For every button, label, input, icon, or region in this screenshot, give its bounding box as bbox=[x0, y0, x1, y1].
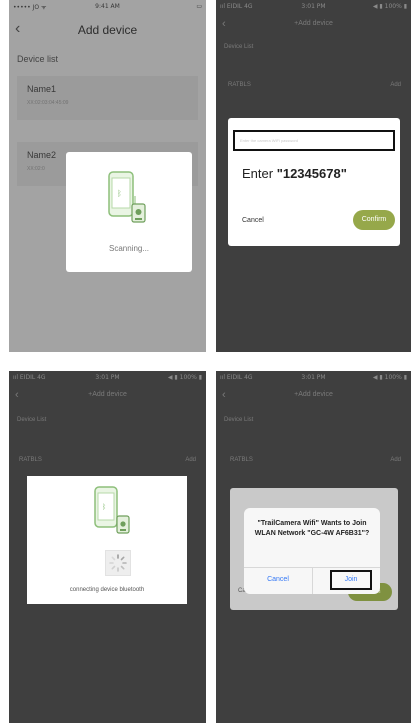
scanning-dialog: ᛒ Scanning... bbox=[66, 152, 192, 272]
join-network-alert: "TrailCamera Wifi" Wants to Join WLAN Ne… bbox=[244, 508, 380, 594]
scanning-label: Scanning... bbox=[108, 244, 150, 253]
add-button[interactable]: Add bbox=[185, 457, 196, 463]
wifi-password-dialog: Enter the camera WiFi password Enter "12… bbox=[228, 118, 400, 246]
nav-bar: ‹ +Add device bbox=[9, 385, 206, 417]
battery-status: ◀ ▮ 100% ▮ bbox=[372, 374, 407, 381]
page-title: +Add device bbox=[294, 20, 333, 27]
nav-bar: ‹ +Add device bbox=[216, 14, 411, 46]
phone-camera-illustration-icon: ᛒ bbox=[108, 171, 146, 223]
add-button[interactable]: Add bbox=[390, 82, 401, 88]
nav-bar: ‹ +Add device bbox=[216, 385, 411, 417]
connecting-label: connecting device bluetooth bbox=[69, 587, 145, 593]
alert-cancel-button[interactable]: Cancel bbox=[244, 576, 312, 583]
battery-status: ◀ ▮ 100% ▮ bbox=[167, 374, 202, 381]
alert-button-divider bbox=[312, 567, 313, 594]
wifi-password-input[interactable]: Enter the camera WiFi password bbox=[233, 130, 395, 151]
join-button[interactable]: Join bbox=[330, 570, 372, 590]
svg-text:ᛒ: ᛒ bbox=[102, 503, 106, 511]
device-list-header: Device List bbox=[224, 417, 254, 423]
connecting-dialog: ᛒ connecting device bluetooth bbox=[27, 476, 187, 604]
battery-status: ◀ ▮ 100% ▮ bbox=[372, 3, 407, 10]
status-bar: ııl EIDIL 4G 3:01 PM ◀ ▮ 100% ▮ bbox=[9, 371, 206, 385]
instruction-text: Enter "12345678" bbox=[242, 166, 347, 181]
page-title: +Add device bbox=[294, 391, 333, 398]
join-wlan-screen: ııl EIDIL 4G 3:01 PM ◀ ▮ 100% ▮ ‹ +Add d… bbox=[216, 371, 411, 723]
confirm-button[interactable]: Confirm bbox=[353, 210, 395, 230]
device-list-header: Device List bbox=[224, 44, 254, 50]
cancel-button[interactable]: Cancel bbox=[242, 217, 264, 224]
svg-text:ᛒ: ᛒ bbox=[117, 189, 122, 198]
status-bar: ııl EIDIL 4G 3:01 PM ◀ ▮ 100% ▮ bbox=[216, 371, 411, 385]
device-name[interactable]: RATBLS bbox=[230, 457, 253, 463]
alert-message: "TrailCamera Wifi" Wants to Join WLAN Ne… bbox=[254, 520, 370, 537]
device-list-header: Device List bbox=[17, 417, 47, 423]
connecting-bluetooth-screen: ııl EIDIL 4G 3:01 PM ◀ ▮ 100% ▮ ‹ +Add d… bbox=[9, 371, 206, 723]
page-title: +Add device bbox=[88, 391, 127, 398]
scanning-screen: ••••• JO ᯤ 9:41 AM ▭ ‹ Add device Device… bbox=[9, 0, 206, 352]
phone-camera-illustration-icon: ᛒ bbox=[94, 486, 130, 534]
instruction-prefix: Enter bbox=[242, 166, 277, 181]
device-name[interactable]: RATBLS bbox=[19, 457, 42, 463]
status-bar: ııl EIDIL 4G 3:01 PM ◀ ▮ 100% ▮ bbox=[216, 0, 411, 14]
add-button[interactable]: Add bbox=[390, 457, 401, 463]
instruction-password: "12345678" bbox=[276, 166, 347, 181]
device-name[interactable]: RATBLS bbox=[228, 82, 251, 88]
wifi-password-screen: ııl EIDIL 4G 3:01 PM ◀ ▮ 100% ▮ ‹ +Add d… bbox=[216, 0, 411, 352]
loading-spinner-icon bbox=[105, 550, 131, 576]
